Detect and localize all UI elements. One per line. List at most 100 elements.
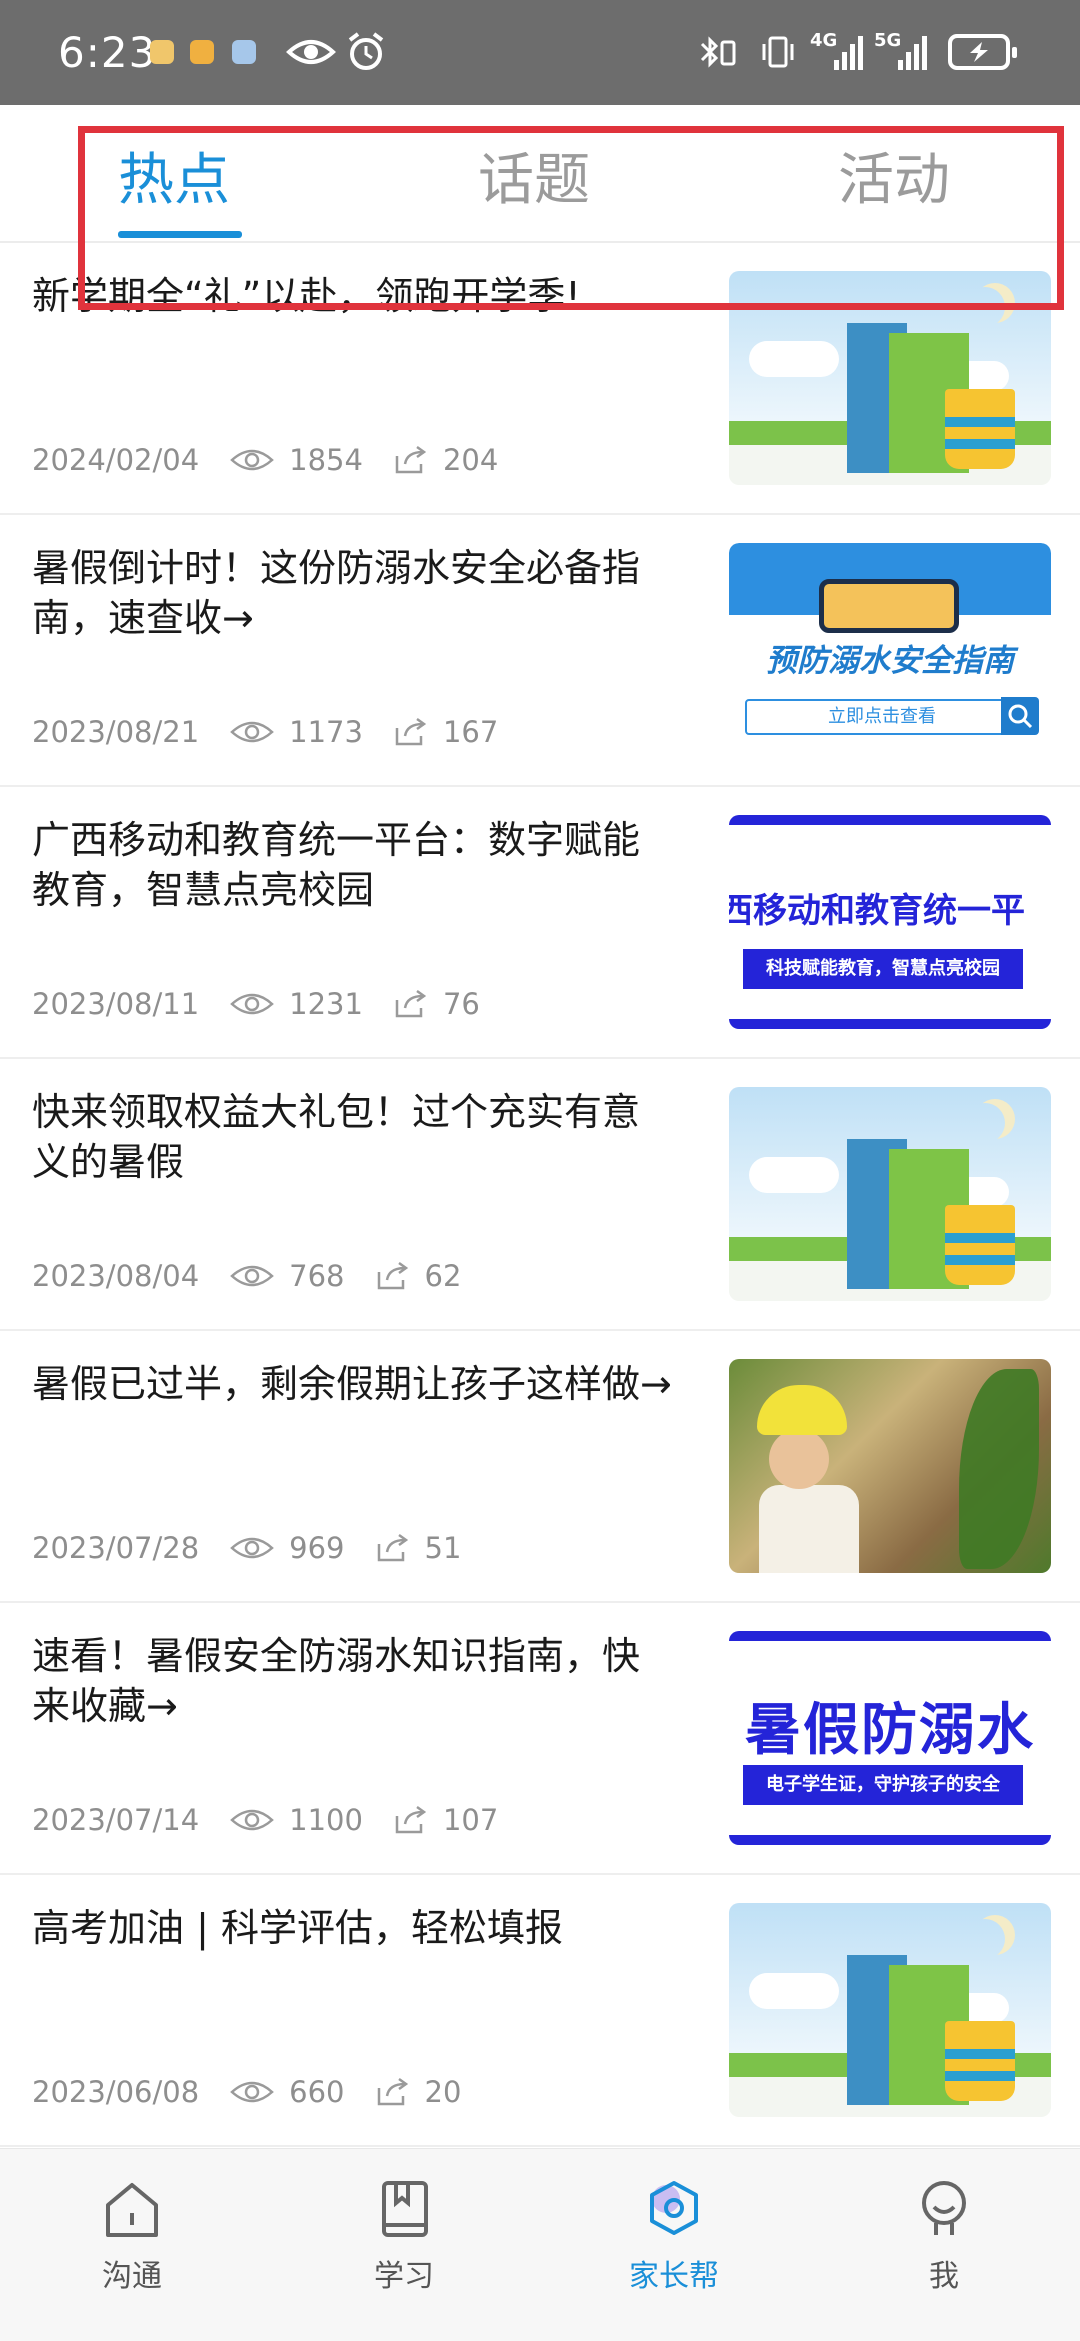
share-count: 62 <box>424 1259 462 1293</box>
nav-me[interactable]: 我 <box>874 2177 1014 2295</box>
list-item[interactable]: 暑假倒计时！这份防溺水安全必备指南，速查收→ 2023/08/21 1173 1… <box>0 515 1080 787</box>
search-icon <box>1001 697 1039 735</box>
share-icon <box>395 989 427 1018</box>
article-title: 暑假倒计时！这份防溺水安全必备指南，速查收→ <box>32 546 641 640</box>
nav-label: 我 <box>929 2259 959 2294</box>
tab-topics[interactable]: 话题 <box>478 135 590 216</box>
view-count: 768 <box>289 1259 345 1293</box>
alarm-icon <box>348 32 384 70</box>
article-meta: 2023/08/11 1231 76 <box>32 987 480 1021</box>
article-date: 2023/08/11 <box>32 987 200 1021</box>
article-title: 速看！暑假安全防溺水知识指南，快来收藏→ <box>32 1634 641 1728</box>
article-thumbnail: 西移动和教育统一平 科技赋能教育，智慧点亮校园 <box>729 815 1051 1029</box>
views-eye-icon <box>230 2081 275 2103</box>
nav-label: 家长帮 <box>629 2259 719 2294</box>
active-tab-indicator <box>118 231 242 238</box>
share-icon <box>395 717 427 746</box>
user-icon <box>922 2181 966 2235</box>
share-icon <box>377 1533 408 1562</box>
eye-icon <box>286 40 336 64</box>
tab-hot[interactable]: 热点 <box>118 135 230 216</box>
nav-label: 沟通 <box>102 2259 162 2294</box>
signal-bars-icon <box>834 34 863 70</box>
article-date: 2023/08/04 <box>32 1259 200 1293</box>
share-icon <box>377 1261 408 1290</box>
share-count: 51 <box>424 1531 462 1565</box>
thumbnail-text: 预防溺水安全指南 <box>766 643 1014 679</box>
article-title: 暑假已过半，剩余假期让孩子这样做→ <box>32 1362 672 1406</box>
hexagon-icon <box>650 2181 698 2235</box>
article-thumbnail: 暑假防溺水 电子学生证，守护孩子的安全 <box>729 1631 1051 1845</box>
tab-activities[interactable]: 活动 <box>838 135 950 216</box>
thumbnail-subtext: 电子学生证，守护孩子的安全 <box>743 1765 1023 1805</box>
article-meta: 2023/06/08 660 20 <box>32 2075 461 2109</box>
share-count: 204 <box>442 443 499 477</box>
signal-bars-icon <box>898 34 927 70</box>
vibrate-icon <box>762 36 794 68</box>
views-eye-icon <box>230 449 275 471</box>
share-icon <box>395 1805 427 1834</box>
article-thumbnail <box>729 1359 1051 1573</box>
article-thumbnail <box>729 1903 1051 2117</box>
nav-communicate[interactable]: 沟通 <box>62 2177 202 2295</box>
list-item[interactable]: 新学期全“礼”以赴，领跑开学季! 2024/02/04 1854 204 <box>0 243 1080 515</box>
list-item[interactable]: 速看！暑假安全防溺水知识指南，快来收藏→ 2023/07/14 1100 107… <box>0 1603 1080 1875</box>
thumbnail-subtext: 立即点击查看 <box>745 699 1019 735</box>
share-count: 107 <box>442 1803 499 1837</box>
article-date: 2023/06/08 <box>32 2075 200 2109</box>
view-count: 1173 <box>289 715 363 749</box>
nav-label: 学习 <box>374 2259 434 2294</box>
article-date: 2024/02/04 <box>32 443 200 477</box>
article-meta: 2023/07/14 1100 107 <box>32 1803 498 1837</box>
article-meta: 2023/08/21 1173 167 <box>32 715 498 749</box>
article-date: 2023/08/21 <box>32 715 200 749</box>
book-icon <box>382 2181 428 2237</box>
article-thumbnail <box>729 1087 1051 1301</box>
article-date: 2023/07/28 <box>32 1531 200 1565</box>
share-icon <box>395 445 427 474</box>
tab-bar: 热点 话题 活动 <box>0 105 1080 243</box>
article-meta: 2023/08/04 768 62 <box>32 1259 461 1293</box>
view-count: 1854 <box>289 443 363 477</box>
thumbnail-text: 暑假防溺水 <box>745 1698 1035 1763</box>
views-eye-icon <box>230 1809 275 1831</box>
article-thumbnail: 预防溺水安全指南 立即点击查看 <box>729 543 1051 757</box>
list-item[interactable]: 广西移动和教育统一平台：数字赋能教育，智慧点亮校园 2023/08/11 123… <box>0 787 1080 1059</box>
article-title: 广西移动和教育统一平台：数字赋能教育，智慧点亮校园 <box>32 818 641 912</box>
app-notification-icon <box>150 40 174 64</box>
nav-parent-help[interactable]: 家长帮 <box>604 2177 744 2295</box>
list-item[interactable]: 暑假已过半，剩余假期让孩子这样做→ 2023/07/28 969 51 <box>0 1331 1080 1603</box>
article-title: 新学期全“礼”以赴，领跑开学季! <box>32 274 581 318</box>
article-thumbnail <box>729 271 1051 485</box>
article-title: 快来领取权益大礼包！过个充实有意义的暑假 <box>32 1090 641 1184</box>
view-count: 1231 <box>289 987 363 1021</box>
views-eye-icon <box>230 1537 275 1559</box>
article-list: 新学期全“礼”以赴，领跑开学季! 2024/02/04 1854 204 暑假倒… <box>0 243 1080 2147</box>
app-notification-icon <box>190 40 214 64</box>
share-count: 20 <box>424 2075 462 2109</box>
list-item[interactable]: 高考加油 | 科学评估，轻松填报 2023/06/08 660 20 <box>0 1875 1080 2147</box>
article-title: 高考加油 | 科学评估，轻松填报 <box>32 1906 563 1950</box>
status-time: 6:23 <box>58 28 157 77</box>
list-item[interactable]: 快来领取权益大礼包！过个充实有意义的暑假 2023/08/04 768 62 <box>0 1059 1080 1331</box>
view-count: 969 <box>289 1531 345 1565</box>
views-eye-icon <box>230 1265 275 1287</box>
bottom-nav: 沟通 学习 家长帮 我 <box>0 2148 1080 2341</box>
share-count: 167 <box>442 715 499 749</box>
view-count: 1100 <box>289 1803 363 1837</box>
nav-learn[interactable]: 学习 <box>334 2177 474 2295</box>
article-date: 2023/07/14 <box>32 1803 200 1837</box>
status-bar: 6:23 4G 5G <box>0 0 1080 105</box>
views-eye-icon <box>230 721 275 743</box>
thumbnail-subtext: 科技赋能教育，智慧点亮校园 <box>743 949 1023 989</box>
battery-icon <box>948 34 1017 70</box>
home-icon <box>106 2183 158 2237</box>
view-count: 660 <box>289 2075 345 2109</box>
app-notification-icon <box>232 40 256 64</box>
article-meta: 2023/07/28 969 51 <box>32 1531 461 1565</box>
share-icon <box>377 2077 408 2106</box>
thumbnail-text: 西移动和教育统一平 <box>729 891 1025 931</box>
share-count: 76 <box>442 987 480 1021</box>
views-eye-icon <box>230 993 275 1015</box>
bluetooth-icon <box>700 36 736 68</box>
